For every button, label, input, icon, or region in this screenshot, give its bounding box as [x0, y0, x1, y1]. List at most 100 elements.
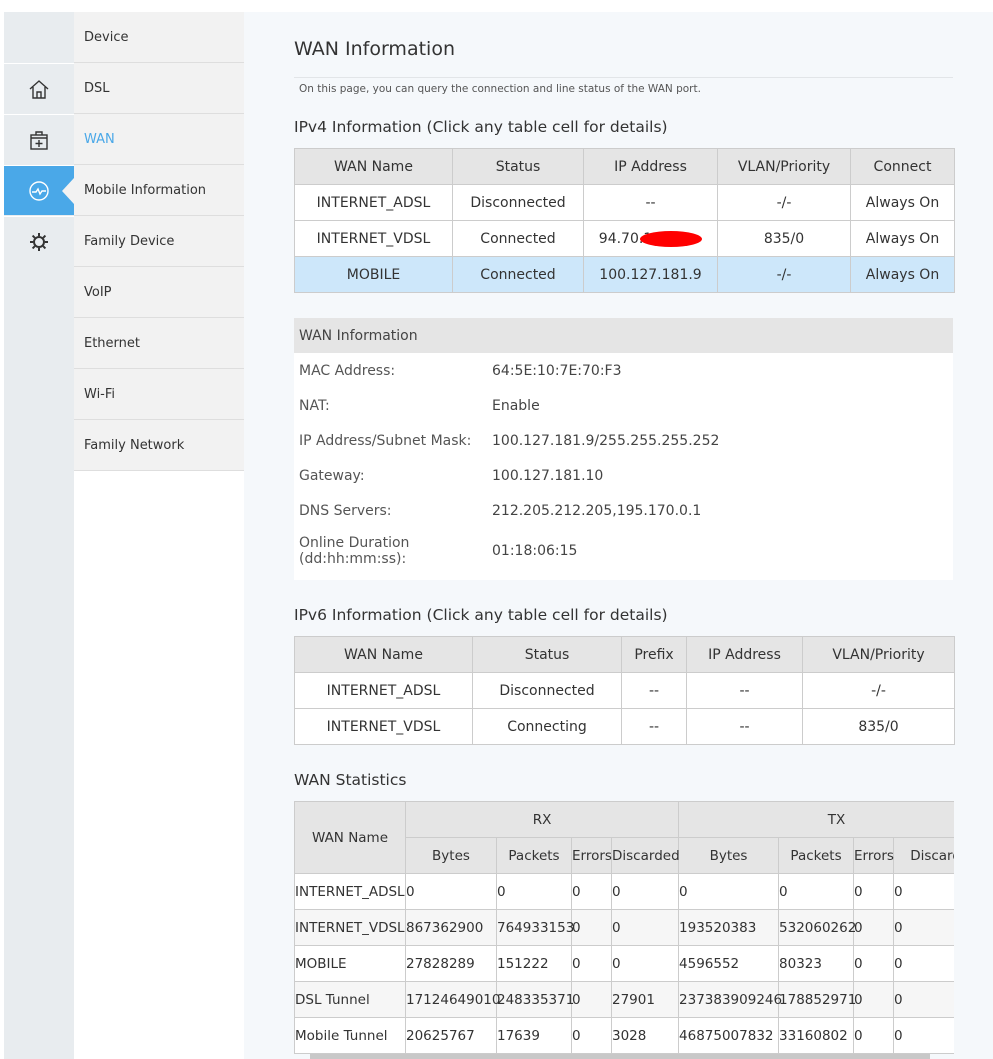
cell[interactable]: 835/0 — [802, 708, 955, 745]
col-discarded: Discarded — [610, 837, 680, 874]
cell: 0 — [893, 1017, 954, 1054]
cell[interactable]: INTERNET_VDSL — [294, 708, 473, 745]
col-packets: Packets — [778, 837, 855, 874]
submenu-ethernet[interactable]: Ethernet — [74, 318, 244, 369]
cell: 0 — [571, 981, 612, 1018]
wan-info-title: WAN Information — [294, 318, 953, 353]
cell[interactable]: MOBILE — [294, 256, 453, 293]
info-label: Gateway: — [299, 467, 365, 484]
submenu-family-network[interactable]: Family Network — [74, 420, 244, 471]
cell: 17124649010 — [405, 981, 500, 1018]
cell: 0 — [610, 909, 680, 946]
submenu: Device DSL WAN Mobile Information Family… — [74, 12, 244, 471]
cell: 0 — [893, 909, 954, 946]
redaction-mark — [640, 230, 703, 247]
cell[interactable]: INTERNET_VDSL — [294, 220, 453, 257]
submenu-family-device[interactable]: Family Device — [74, 216, 244, 267]
table-row[interactable]: INTERNET_ADSL Disconnected -- -- -/- — [294, 672, 955, 709]
col-errors: Errors — [853, 837, 895, 874]
ipv4-table: WAN Name Status IP Address VLAN/Priority Con… — [294, 148, 955, 293]
info-label: IP Address/Subnet Mask: — [299, 432, 472, 449]
cell[interactable]: INTERNET_ADSL — [294, 672, 473, 709]
submenu-wifi[interactable]: Wi-Fi — [74, 369, 244, 420]
info-row: DNS Servers: 212.205.212.205,195.170.0.1 — [294, 493, 953, 528]
cell: 0 — [853, 945, 895, 982]
horizontal-scrollbar[interactable] — [310, 1054, 930, 1059]
cell: 178852971 — [778, 981, 856, 1018]
col-packets: Packets — [496, 837, 572, 874]
col-prefix: Prefix — [621, 636, 687, 673]
cell: 0 — [571, 909, 612, 946]
col-rx: RX — [404, 801, 680, 838]
cell[interactable]: -- — [621, 672, 687, 709]
cell: 0 — [853, 981, 895, 1018]
cell: 0 — [571, 873, 612, 910]
submenu-device[interactable]: Device — [74, 12, 244, 63]
cell[interactable]: Always On — [850, 184, 955, 221]
info-value: 100.127.181.10 — [492, 467, 604, 484]
cell: 0 — [853, 909, 895, 946]
info-row: Gateway: 100.127.181.10 — [294, 458, 953, 493]
col-vlan: VLAN/Priority — [802, 636, 955, 673]
info-row: IP Address/Subnet Mask: 100.127.181.9/255… — [294, 423, 953, 458]
rail-kit[interactable] — [4, 114, 74, 164]
col-wan-name: WAN Name — [294, 801, 406, 874]
cell[interactable]: Connected — [452, 256, 584, 293]
table-row[interactable]: INTERNET_ADSL Disconnected -- -/- Always On — [294, 184, 955, 221]
submenu-dsl[interactable]: DSL — [74, 63, 244, 114]
cell[interactable]: -- — [583, 184, 718, 221]
rail-home[interactable] — [4, 63, 74, 113]
table-row[interactable]: INTERNET_VDSL Connecting -- -- 835/0 — [294, 708, 955, 745]
cell[interactable]: Connecting — [472, 708, 622, 745]
cell[interactable]: Disconnected — [452, 184, 584, 221]
cell: 80323 — [778, 945, 855, 982]
table-row[interactable]: INTERNET_VDSL Connected 94.70.1 835/0 Always… — [294, 220, 955, 257]
cell[interactable]: -- — [686, 672, 803, 709]
cell: 0 — [778, 873, 855, 910]
submenu-mobile-information[interactable]: Mobile Information — [74, 165, 244, 216]
cell[interactable]: Always On — [850, 256, 955, 293]
cell[interactable]: -- — [686, 708, 803, 745]
cell: 0 — [571, 945, 612, 982]
cell[interactable]: 835/0 — [717, 220, 851, 257]
submenu-voip[interactable]: VoIP — [74, 267, 244, 318]
table-row: DSL Tunnel 17124649010 248335371 0 27901 2373… — [294, 981, 954, 1018]
cell[interactable]: -/- — [802, 672, 955, 709]
cell[interactable]: -/- — [717, 256, 851, 293]
stats-table: WAN Name RX TX Bytes Packets Errors Discarded… — [294, 801, 954, 1054]
cell[interactable]: Always On — [850, 220, 955, 257]
table-row-selected[interactable]: MOBILE Connected 100.127.181.9 -/- Always On — [294, 256, 955, 293]
info-label: MAC Address: — [299, 362, 396, 379]
cell: 3028 — [610, 1017, 680, 1054]
col-status: Status — [452, 148, 584, 185]
table-row: INTERNET_ADSL 0 0 0 0 0 0 0 0 — [294, 873, 954, 910]
cell: MOBILE — [294, 945, 406, 982]
cell[interactable]: -- — [621, 708, 687, 745]
cell: 4596552 — [678, 945, 780, 982]
cell: INTERNET_VDSL — [294, 909, 406, 946]
ipv6-title: IPv6 Information (Click any table cell f… — [294, 606, 668, 624]
pulse-icon — [29, 180, 49, 201]
cell: 27901 — [610, 981, 680, 1018]
cell[interactable]: Connected — [452, 220, 584, 257]
cell[interactable]: 94.70.1 — [583, 220, 718, 257]
active-caret — [62, 178, 74, 204]
cell[interactable]: Disconnected — [472, 672, 622, 709]
ipv4-title: IPv4 Information (Click any table cell f… — [294, 118, 668, 136]
info-row: Online Duration (dd:hh:mm:ss): 01:18:06:1… — [294, 528, 953, 573]
cell[interactable]: INTERNET_ADSL — [294, 184, 453, 221]
cell: 27828289 — [405, 945, 497, 982]
cell: 0 — [853, 873, 895, 910]
ipv6-table: WAN Name Status Prefix IP Address VLAN/Prior… — [294, 636, 955, 745]
page-description: On this page, you can query the connecti… — [299, 83, 701, 95]
info-label: DNS Servers: — [299, 502, 392, 519]
submenu-wan[interactable]: WAN — [74, 114, 244, 165]
info-value: 64:5E:10:7E:70:F3 — [492, 362, 622, 379]
home-icon — [29, 79, 49, 99]
cell: 532060262 — [778, 909, 856, 946]
cell: 0 — [893, 873, 954, 910]
rail-settings[interactable] — [4, 216, 74, 266]
cell: 33160802 — [778, 1017, 855, 1054]
cell[interactable]: 100.127.181.9 — [583, 256, 718, 293]
cell[interactable]: -/- — [717, 184, 851, 221]
